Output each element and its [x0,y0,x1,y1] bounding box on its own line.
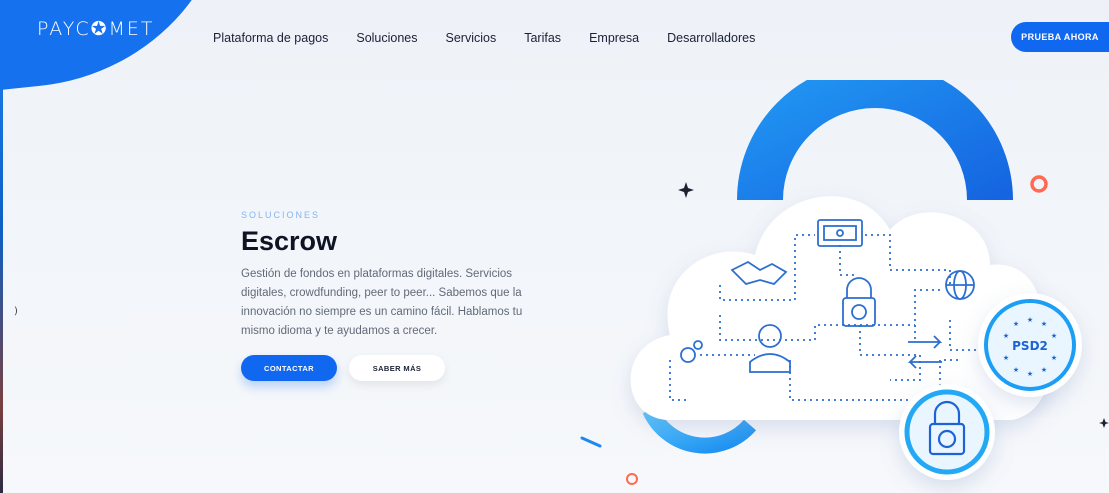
psd2-badge: PSD2 ★ ★ ★ ★ ★ ★ ★ ★ ★ ★ [978,293,1082,397]
blue-dash-icon [580,436,602,448]
hero-eyebrow: SOLUCIONES [241,210,321,220]
contact-button[interactable]: CONTACTAR [241,355,337,381]
svg-text:★: ★ [1003,354,1009,362]
hero-section: SOLUCIONES Escrow Gestión de fondos en p… [241,210,541,381]
hero-buttons: CONTACTAR SABER MÁS [241,355,541,381]
main-nav: Plataforma de pagos Soluciones Servicios… [213,31,783,45]
svg-text:★: ★ [1027,370,1033,378]
svg-text:★: ★ [1051,354,1057,362]
nav-item-desarrolladores[interactable]: Desarrolladores [667,31,755,45]
svg-text:★: ★ [1041,320,1047,328]
try-now-button[interactable]: PRUEBA AHORA [1011,22,1109,52]
svg-text:★: ★ [1013,320,1019,328]
logo-background-shape [0,0,250,96]
svg-text:★: ★ [1003,332,1009,340]
carousel-prev-icon[interactable]: ) [14,306,18,317]
escrow-illustration: PSD2 ★ ★ ★ ★ ★ ★ ★ ★ ★ ★ [580,80,1109,485]
svg-text:★: ★ [1051,332,1057,340]
learn-more-button[interactable]: SABER MÁS [349,355,445,381]
svg-text:★: ★ [1013,366,1019,374]
decorative-arc [737,80,1013,201]
nav-item-servicios[interactable]: Servicios [446,31,497,45]
svg-text:★: ★ [1027,316,1033,324]
svg-text:★: ★ [1041,366,1047,374]
nav-item-soluciones[interactable]: Soluciones [356,31,417,45]
paycomet-logo[interactable]: PAYC✪MET [37,18,155,40]
orange-ring-icon [1030,175,1048,193]
sparkle-right-icon [1099,418,1109,428]
nav-item-tarifas[interactable]: Tarifas [524,31,561,45]
small-ring-icon [626,473,638,485]
page-title: Escrow [241,226,338,256]
lock-badge [899,384,995,480]
sparkle-icon [678,182,694,198]
nav-item-plataforma[interactable]: Plataforma de pagos [213,31,328,45]
left-edge-strip [0,55,3,493]
psd2-label: PSD2 [1012,339,1048,353]
hero-description: Gestión de fondos en plataformas digital… [241,268,523,337]
nav-item-empresa[interactable]: Empresa [589,31,639,45]
